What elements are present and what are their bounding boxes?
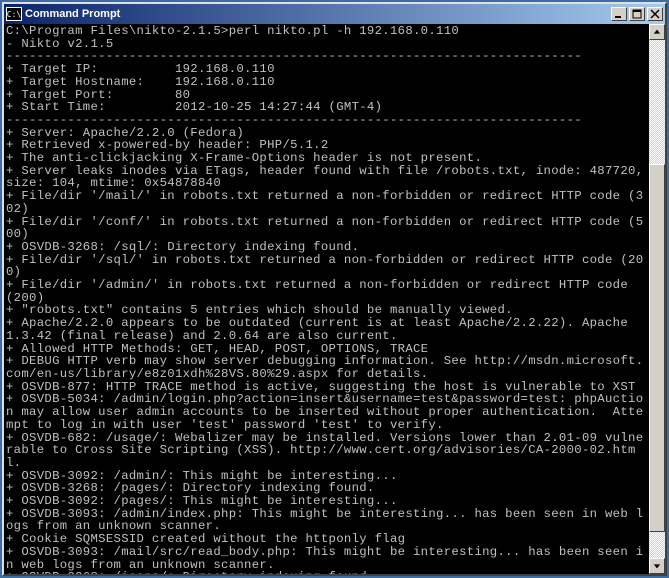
maximize-button[interactable]	[629, 7, 645, 21]
minimize-button[interactable]	[611, 7, 627, 21]
command-prompt-window: C:\ Command Prompt C:\Program Files\nikt…	[2, 2, 667, 576]
terminal-output[interactable]: C:\Program Files\nikto-2.1.5>perl nikto.…	[4, 24, 649, 574]
scroll-track[interactable]	[649, 40, 665, 558]
scroll-up-button[interactable]	[649, 24, 665, 40]
terminal-area: C:\Program Files\nikto-2.1.5>perl nikto.…	[4, 24, 665, 574]
vertical-scrollbar	[649, 24, 665, 574]
close-button[interactable]	[647, 7, 663, 21]
window-title: Command Prompt	[25, 8, 611, 20]
titlebar[interactable]: C:\ Command Prompt	[4, 4, 665, 24]
cmd-icon: C:\	[6, 7, 22, 21]
scroll-thumb[interactable]	[649, 164, 665, 532]
scroll-down-button[interactable]	[649, 558, 665, 574]
window-controls	[611, 7, 663, 21]
